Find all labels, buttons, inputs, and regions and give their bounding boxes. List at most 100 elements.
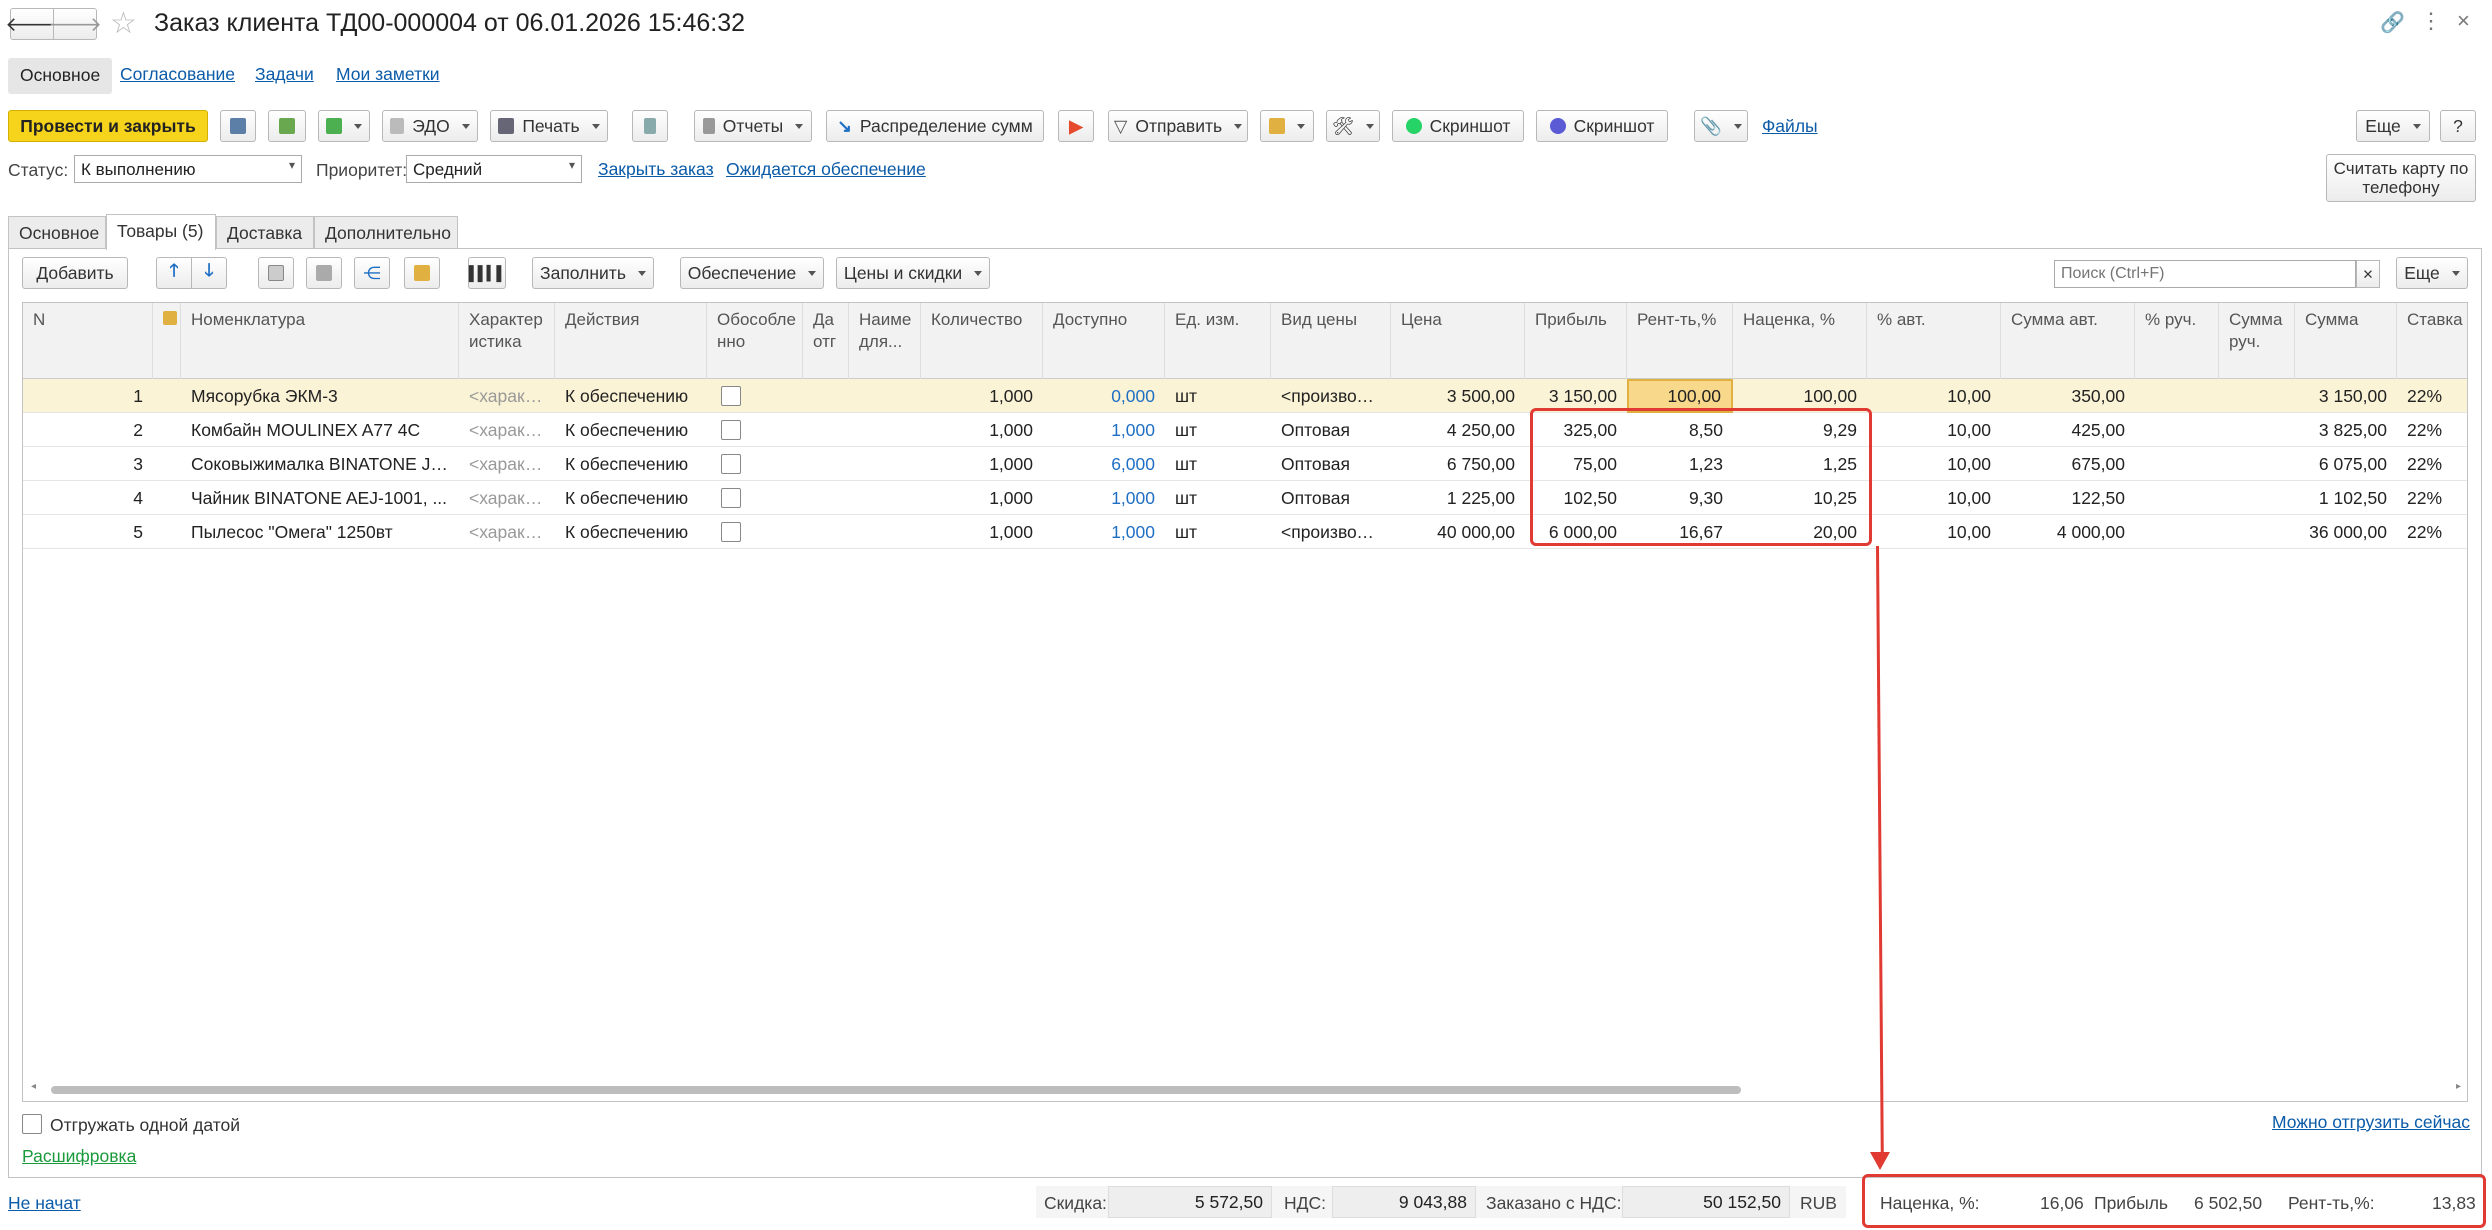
cell-n[interactable]: 3 (23, 447, 153, 481)
breakdown-link[interactable]: Расшифровка (22, 1146, 136, 1167)
column-header-16[interactable]: % авт. (1867, 303, 2001, 379)
max-screenshot-button[interactable]: Скриншот (1536, 110, 1668, 142)
edo-button[interactable]: ЭДО (382, 110, 478, 142)
cell-n[interactable]: 2 (23, 413, 153, 447)
cell-sum_auto[interactable]: 350,00 (2001, 379, 2135, 413)
doc-tab-additional[interactable]: Дополнительно (314, 216, 458, 248)
column-header-14[interactable]: Рент-ть,% (1627, 303, 1733, 379)
cell-unit[interactable]: шт (1165, 447, 1271, 481)
cell-avail[interactable]: 6,000 (1043, 447, 1165, 481)
column-header-19[interactable]: Сумма руч. (2219, 303, 2295, 379)
cell-pct_auto[interactable]: 10,00 (1867, 447, 2001, 481)
structure-button[interactable] (632, 110, 668, 142)
column-header-2[interactable]: Номенклатура (181, 303, 459, 379)
cell-sum[interactable]: 3 150,00 (2295, 379, 2397, 413)
tools-button[interactable]: 🛠 (1326, 110, 1380, 142)
cell-price_type[interactable]: Оптовая (1271, 413, 1391, 447)
paste-row-button[interactable] (306, 257, 342, 289)
forward-button[interactable]: 🡒 (48, 8, 102, 40)
doc-tab-main[interactable]: Основное (8, 216, 106, 248)
cell-char[interactable]: <характ... (459, 515, 555, 549)
cell-name[interactable]: Пылесос "Омега" 1250вт (181, 515, 459, 549)
column-header-0[interactable]: N (23, 303, 153, 379)
cell-pct_man[interactable] (2135, 481, 2219, 515)
select-items-button[interactable] (404, 257, 440, 289)
cell-avail[interactable]: 1,000 (1043, 515, 1165, 549)
post-button[interactable] (268, 110, 306, 142)
cell-sum[interactable]: 1 102,50 (2295, 481, 2397, 515)
send-button[interactable]: ▽ Отправить (1108, 110, 1248, 142)
create-based-button[interactable] (318, 110, 370, 142)
scrollbar-thumb[interactable] (51, 1086, 1741, 1094)
cell-pct_auto[interactable]: 10,00 (1867, 481, 2001, 515)
cell-name[interactable]: Мясорубка ЭКМ-3 (181, 379, 459, 413)
cell-n[interactable]: 4 (23, 481, 153, 515)
column-header-6[interactable]: Да отг (803, 303, 849, 379)
column-header-9[interactable]: Доступно (1043, 303, 1165, 379)
cell-qty[interactable]: 1,000 (921, 481, 1043, 515)
cell-rate[interactable]: 22% (2397, 481, 2467, 515)
cell-qty[interactable]: 1,000 (921, 447, 1043, 481)
cell-char[interactable]: <характ... (459, 481, 555, 515)
separate-checkbox[interactable] (721, 488, 741, 508)
cell-sum_auto[interactable]: 4 000,00 (2001, 515, 2135, 549)
cell-qty[interactable]: 1,000 (921, 413, 1043, 447)
cell-qty[interactable]: 1,000 (921, 515, 1043, 549)
cell-price_type[interactable]: <произвол... (1271, 379, 1391, 413)
horizontal-scrollbar[interactable]: ◂ ▸ (31, 1081, 2461, 1097)
status-select[interactable]: К выполнению ▾ (74, 155, 302, 183)
cell-price[interactable]: 6 750,00 (1391, 447, 1525, 481)
bitrix-button[interactable]: ▶ (1058, 110, 1094, 142)
split-row-button[interactable]: ⋲ (354, 257, 390, 289)
cell-qty[interactable]: 1,000 (921, 379, 1043, 413)
column-header-15[interactable]: Наценка, % (1733, 303, 1867, 379)
favorite-star-icon[interactable]: ☆ (110, 6, 137, 41)
close-order-link[interactable]: Закрыть заказ (598, 159, 714, 180)
cell-sum_man[interactable] (2219, 447, 2295, 481)
column-header-8[interactable]: Количество (921, 303, 1043, 379)
cell-action[interactable]: К обеспечению (555, 515, 707, 549)
add-row-button[interactable]: Добавить (22, 257, 128, 289)
cell-sum_man[interactable] (2219, 413, 2295, 447)
scan-card-button[interactable]: Считать карту по телефону (2326, 154, 2476, 202)
close-icon[interactable]: × (2457, 8, 2470, 34)
separate-checkbox[interactable] (721, 386, 741, 406)
cell-name[interactable]: Чайник BINATONE AEJ-1001, ... (181, 481, 459, 515)
more-button[interactable]: Еще (2356, 110, 2430, 142)
column-header-18[interactable]: % руч. (2135, 303, 2219, 379)
provision-button[interactable]: Обеспечение (680, 257, 824, 289)
cell-unit[interactable]: шт (1165, 481, 1271, 515)
cell-unit[interactable]: шт (1165, 413, 1271, 447)
column-header-3[interactable]: Характер истика (459, 303, 555, 379)
fill-button[interactable]: Заполнить (532, 257, 654, 289)
cell-sum_man[interactable] (2219, 481, 2295, 515)
cell-unit[interactable]: шт (1165, 379, 1271, 413)
cell-price[interactable]: 40 000,00 (1391, 515, 1525, 549)
cell-sum[interactable]: 36 000,00 (2295, 515, 2397, 549)
nav-tab-approval[interactable]: Согласование (120, 64, 235, 85)
column-header-4[interactable]: Действия (555, 303, 707, 379)
link-icon[interactable]: 🔗 (2380, 10, 2405, 35)
awaiting-provision-link[interactable]: Ожидается обеспечение (726, 159, 926, 180)
column-header-11[interactable]: Вид цены (1271, 303, 1391, 379)
cell-sum_auto[interactable]: 425,00 (2001, 413, 2135, 447)
help-button[interactable]: ? (2440, 110, 2476, 142)
cell-char[interactable]: <характ... (459, 413, 555, 447)
cell-sum[interactable]: 3 825,00 (2295, 413, 2397, 447)
cell-action[interactable]: К обеспечению (555, 379, 707, 413)
doc-tab-delivery[interactable]: Доставка (216, 216, 314, 248)
print-button[interactable]: Печать (490, 110, 608, 142)
cell-rate[interactable]: 22% (2397, 515, 2467, 549)
table-more-button[interactable]: Еще (2396, 257, 2468, 289)
whatsapp-screenshot-button[interactable]: Скриншот (1392, 110, 1524, 142)
cell-rate[interactable]: 22% (2397, 447, 2467, 481)
separate-checkbox[interactable] (721, 420, 741, 440)
not-started-link[interactable]: Не начат (8, 1193, 81, 1214)
copy-row-button[interactable] (258, 257, 294, 289)
separate-checkbox[interactable] (721, 454, 741, 474)
reports-button[interactable]: Отчеты (694, 110, 812, 142)
cell-avail[interactable]: 1,000 (1043, 413, 1165, 447)
cell-n[interactable]: 5 (23, 515, 153, 549)
column-header-7[interactable]: Наиме для... (849, 303, 921, 379)
cell-price[interactable]: 4 250,00 (1391, 413, 1525, 447)
